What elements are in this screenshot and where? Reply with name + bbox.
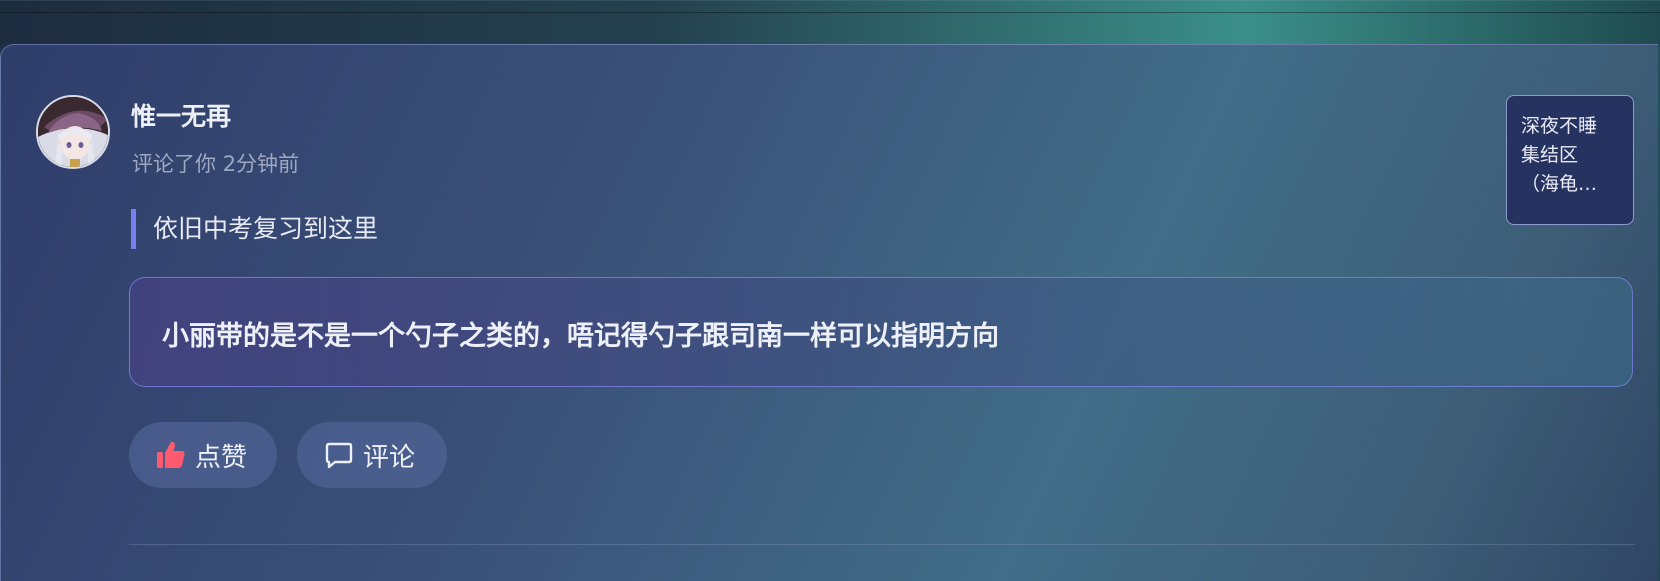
source-post-line: 集结区 (1521, 144, 1579, 166)
top-bar (0, 0, 1660, 45)
like-button[interactable]: 点赞 (129, 422, 277, 488)
comment-body: 小丽带的是不是一个勺子之类的，唔记得勺子跟司南一样可以指明方向 (162, 321, 999, 352)
comment-meta: 评论了你 2分钟前 (132, 148, 299, 178)
avatar-image (38, 97, 108, 167)
comment-label: 评论 (363, 442, 416, 473)
source-post-thumbnail[interactable]: 深夜不睡 集结区 （海龟… (1506, 95, 1634, 225)
like-label: 点赞 (195, 442, 248, 473)
timestamp: 2分钟前 (222, 152, 300, 176)
comment-notification-card: 惟一无再 评论了你 2分钟前 依旧中考复习到这里 小丽带的是不是一个勺子之类的，… (0, 44, 1658, 581)
comment-button[interactable]: 评论 (297, 422, 447, 488)
source-post-line: （海龟… (1521, 173, 1598, 195)
speech-bubble-icon (323, 439, 355, 471)
avatar[interactable] (36, 95, 110, 169)
quoted-post-text[interactable]: 依旧中考复习到这里 (131, 209, 378, 249)
thumbs-up-icon (155, 439, 187, 471)
source-post-line: 深夜不睡 (1521, 115, 1598, 137)
divider (129, 544, 1635, 545)
action-text: 评论了你 (132, 152, 216, 176)
username[interactable]: 惟一无再 (131, 97, 231, 133)
comment-body-box: 小丽带的是不是一个勺子之类的，唔记得勺子跟司南一样可以指明方向 (129, 277, 1633, 387)
